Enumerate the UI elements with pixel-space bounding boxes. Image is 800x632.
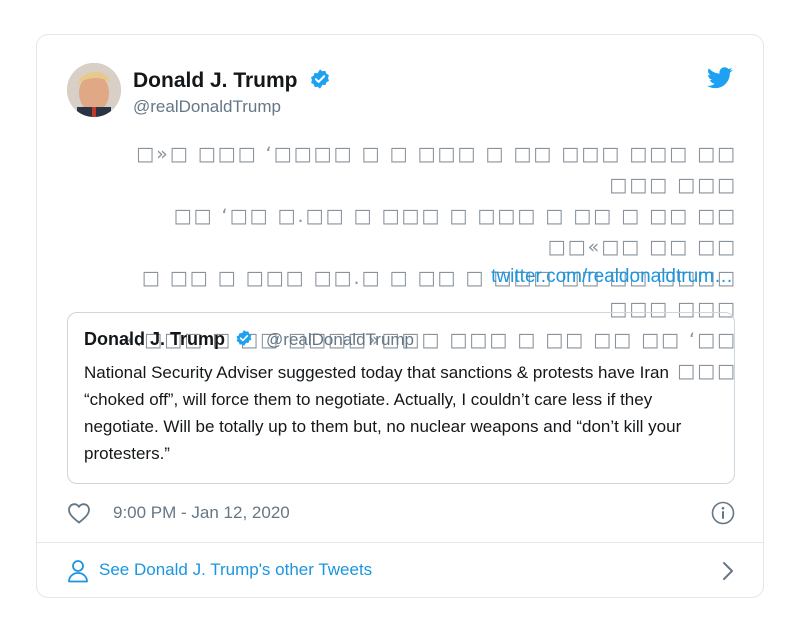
heart-icon[interactable]: [67, 502, 91, 524]
avatar[interactable]: [67, 63, 121, 117]
tweet-embed-card: Donald J. Trump @realDonaldTrump □»□ □□□…: [36, 34, 764, 598]
quoted-tweet[interactable]: Donald J. Trump @realDonaldTrump Nationa…: [67, 312, 735, 484]
author-name[interactable]: Donald J. Trump: [133, 68, 331, 93]
quoted-author-handle[interactable]: @realDonaldTrump: [266, 330, 414, 349]
quoted-author-name[interactable]: Donald J. Trump: [84, 329, 225, 349]
tweet-timestamp[interactable]: 9:00 PM - Jan 12, 2020: [113, 503, 290, 523]
tweet-text-line: □□ ‘□□ □.□□ □ □□□ □ □□□ □ □□ □ □□ □□ □□«…: [173, 205, 737, 258]
see-other-tweets-link[interactable]: See Donald J. Trump's other Tweets: [67, 557, 735, 585]
tweet-text-line: □»□ □□□ ‘□□□□ □ □ □□□ □ □□ □□□ □□□ □□ □□…: [136, 143, 737, 196]
author-handle[interactable]: @realDonaldTrump: [133, 97, 281, 117]
chevron-right-icon[interactable]: [721, 561, 735, 581]
info-icon[interactable]: [711, 501, 735, 525]
tweet-link[interactable]: twitter.com/realdonaldtrum…: [491, 266, 733, 288]
quoted-author[interactable]: Donald J. Trump @realDonaldTrump: [84, 329, 414, 350]
divider: [37, 542, 763, 543]
see-other-tweets-label[interactable]: See Donald J. Trump's other Tweets: [99, 560, 372, 580]
person-icon: [68, 560, 88, 583]
twitter-bird-icon[interactable]: [707, 67, 733, 89]
verified-badge-icon: [311, 69, 330, 89]
verified-badge-icon: [236, 330, 252, 346]
avatar-image: [67, 63, 121, 117]
author-name-text[interactable]: Donald J. Trump: [133, 69, 298, 92]
tweet-meta: 9:00 PM - Jan 12, 2020: [67, 501, 735, 527]
quoted-tweet-text: National Security Adviser suggested toda…: [84, 363, 682, 463]
